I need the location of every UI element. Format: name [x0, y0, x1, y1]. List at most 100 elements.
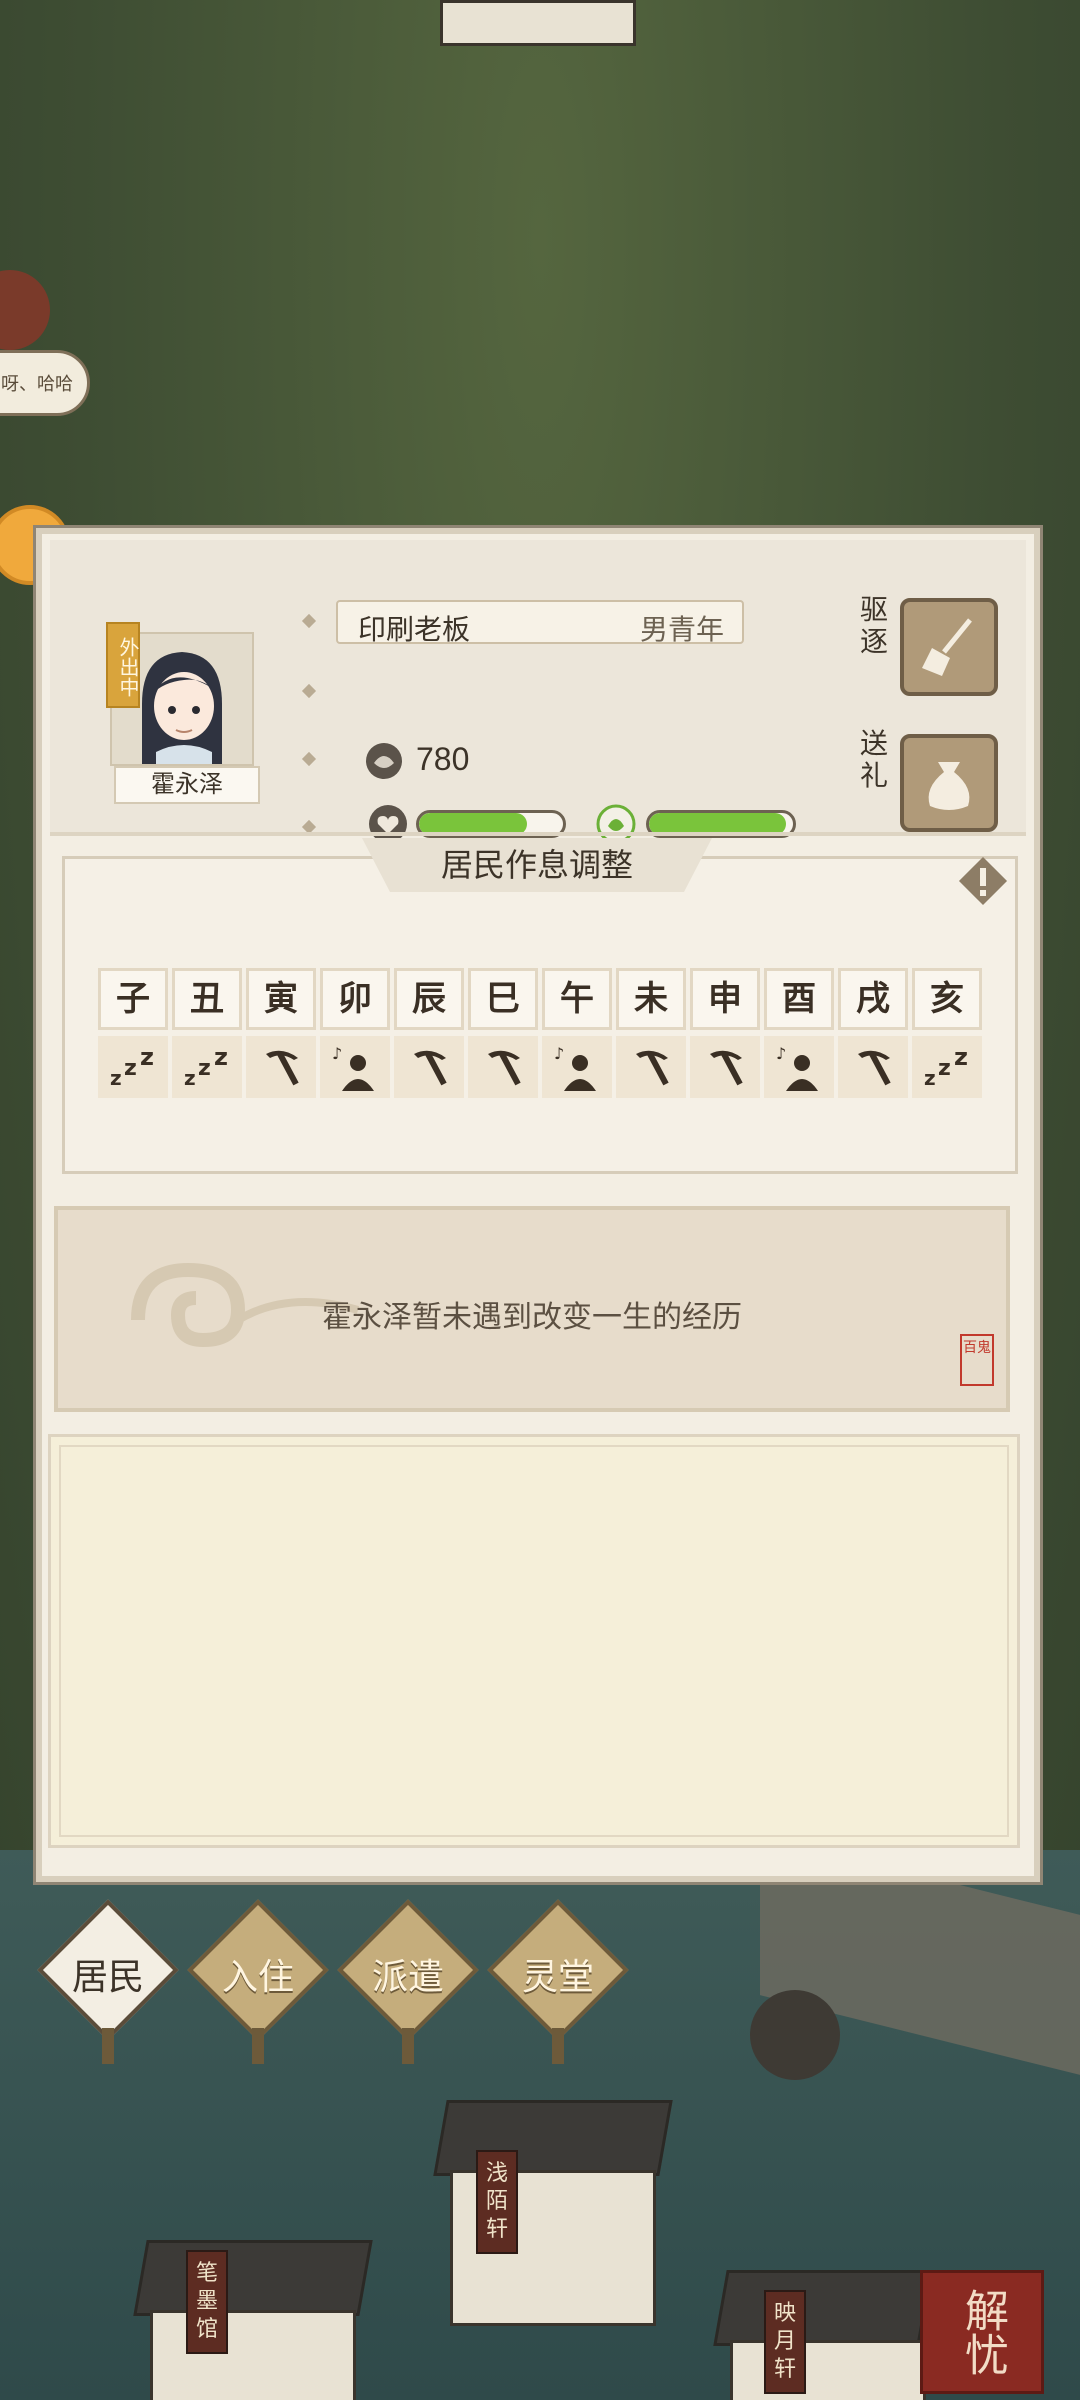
mood-bar-fill [649, 813, 786, 835]
tab-label: 居民 [71, 1956, 144, 1997]
evict-button[interactable] [900, 598, 998, 696]
background-tree [0, 270, 50, 350]
svg-text:z: z [184, 1066, 196, 1089]
building-shop[interactable] [730, 2340, 926, 2400]
svg-text:z: z [110, 1066, 122, 1089]
tab-residents[interactable]: 居民 [37, 1899, 179, 2064]
hour-label: 寅 [246, 968, 316, 1030]
hour-label: 辰 [394, 968, 464, 1030]
building-shop[interactable] [150, 2310, 356, 2400]
pickaxe-icon [414, 1050, 447, 1086]
hour-label: 午 [542, 968, 612, 1030]
background-tree [750, 1990, 840, 2080]
schedule-title: 居民作息调整 [362, 838, 712, 892]
svg-text:z: z [198, 1056, 211, 1081]
gift-label: 送礼 [860, 728, 889, 791]
health-bar [416, 810, 566, 838]
svg-text:z: z [214, 1045, 228, 1071]
hour-label: 巳 [468, 968, 538, 1030]
sleep-icon: zzz [110, 1045, 154, 1089]
chat-bubble-text: 呀、哈哈 [1, 374, 73, 394]
pickaxe-icon [488, 1050, 521, 1086]
hour-label: 卯 [320, 968, 390, 1030]
resident-header: 外出中 霍永泽 印刷老板 男青年 780 驱逐 送礼 [50, 540, 1026, 844]
bullet-diamond [301, 613, 317, 629]
activity-slot[interactable] [394, 1036, 464, 1098]
hour-label: 子 [98, 968, 168, 1030]
tab-memorial-hall[interactable]: 灵堂 [487, 1899, 629, 2064]
svg-text:♪: ♪ [776, 1044, 786, 1063]
tab-label: 入住 [221, 1956, 294, 1997]
gift-bag-icon [928, 762, 970, 810]
resident-panel: 外出中 霍永泽 印刷老板 男青年 780 驱逐 送礼 居民作息调整 子 丑 寅 … [36, 528, 1040, 1882]
building-roof [133, 2240, 373, 2316]
activity-slot[interactable]: zzz [98, 1036, 168, 1098]
activity-slot[interactable]: ♪ [542, 1036, 612, 1098]
svg-text:♪: ♪ [332, 1044, 342, 1063]
activity-slot[interactable]: zzz [172, 1036, 242, 1098]
background-house [440, 0, 636, 46]
music-rest-icon: ♪ [776, 1044, 818, 1091]
age-gender-tag: 男青年 [639, 614, 724, 645]
activity-slot[interactable] [838, 1036, 908, 1098]
job-title: 印刷老板 [358, 614, 471, 645]
hour-label: 未 [616, 968, 686, 1030]
life-story-banner: 霍永泽暂未遇到改变一生的经历 百鬼 [54, 1206, 1010, 1412]
tab-tassel [552, 2028, 564, 2064]
red-seal-stamp: 百鬼 [960, 1334, 994, 1386]
tab-label: 灵堂 [521, 1956, 594, 1997]
bullet-diamond [301, 683, 317, 699]
hour-label: 丑 [172, 968, 242, 1030]
activity-slot[interactable] [468, 1036, 538, 1098]
building-roof [713, 2270, 933, 2346]
hour-label: 申 [690, 968, 760, 1030]
job-bar: 印刷老板 男青年 [336, 600, 744, 645]
svg-text:z: z [954, 1045, 968, 1071]
tab-tassel [252, 2028, 264, 2064]
svg-text:z: z [140, 1045, 154, 1071]
music-rest-icon: ♪ [554, 1044, 596, 1091]
broom-icon [922, 618, 972, 676]
jieyou-text: 解忧 [957, 2288, 1008, 2376]
pickaxe-icon [710, 1050, 743, 1086]
bullet-diamond [301, 751, 317, 767]
shop-sign-yingyuexuan[interactable]: 映月轩 [764, 2290, 806, 2394]
tab-tassel [102, 2028, 114, 2064]
music-rest-icon: ♪ [332, 1044, 374, 1091]
bullet-diamond [301, 819, 317, 835]
money-value: 780 [416, 740, 470, 777]
activity-slot[interactable] [616, 1036, 686, 1098]
jieyou-badge[interactable]: 解忧 [920, 2270, 1044, 2394]
resident-name: 霍永泽 [114, 766, 260, 804]
shop-sign-bimoguan[interactable]: 笔墨馆 [186, 2250, 228, 2354]
pickaxe-icon [858, 1050, 891, 1086]
life-story-text: 霍永泽暂未遇到改变一生的经历 [322, 1301, 742, 1334]
hour-label: 亥 [912, 968, 982, 1030]
log-inner-frame [59, 1445, 1009, 1837]
mood-bar [646, 810, 796, 838]
activity-slot[interactable] [690, 1036, 760, 1098]
svg-text:z: z [938, 1056, 951, 1081]
svg-text:z: z [124, 1056, 137, 1081]
activity-slot[interactable]: ♪ [764, 1036, 834, 1098]
activity-row: z z z z z z ♪ ♪ ♪ z z z [98, 1036, 982, 1098]
tab-dispatch[interactable]: 派遣 [337, 1899, 479, 2064]
activity-slot[interactable]: ♪ [320, 1036, 390, 1098]
warning-icon[interactable] [954, 852, 1012, 910]
tab-tassel [402, 2028, 414, 2064]
shop-sign-qianmoxuan[interactable]: 浅陌轩 [476, 2150, 518, 2254]
activity-slot[interactable]: zzz [912, 1036, 982, 1098]
out-status-tag: 外出中 [106, 622, 140, 708]
gift-button[interactable] [900, 734, 998, 832]
building-roof [433, 2100, 673, 2176]
resident-log-area[interactable] [48, 1434, 1020, 1848]
hour-labels-row: 子丑寅卯辰巳午未申酉戌亥 [98, 968, 982, 1030]
chat-bubble: 呀、哈哈 [0, 350, 90, 416]
pickaxe-icon [636, 1050, 669, 1086]
activity-slot[interactable] [246, 1036, 316, 1098]
tab-move-in[interactable]: 入住 [187, 1899, 329, 2064]
health-bar-fill [419, 813, 527, 835]
money-pouch-icon [366, 743, 402, 779]
evict-label: 驱逐 [860, 594, 889, 657]
pickaxe-icon [266, 1050, 299, 1086]
